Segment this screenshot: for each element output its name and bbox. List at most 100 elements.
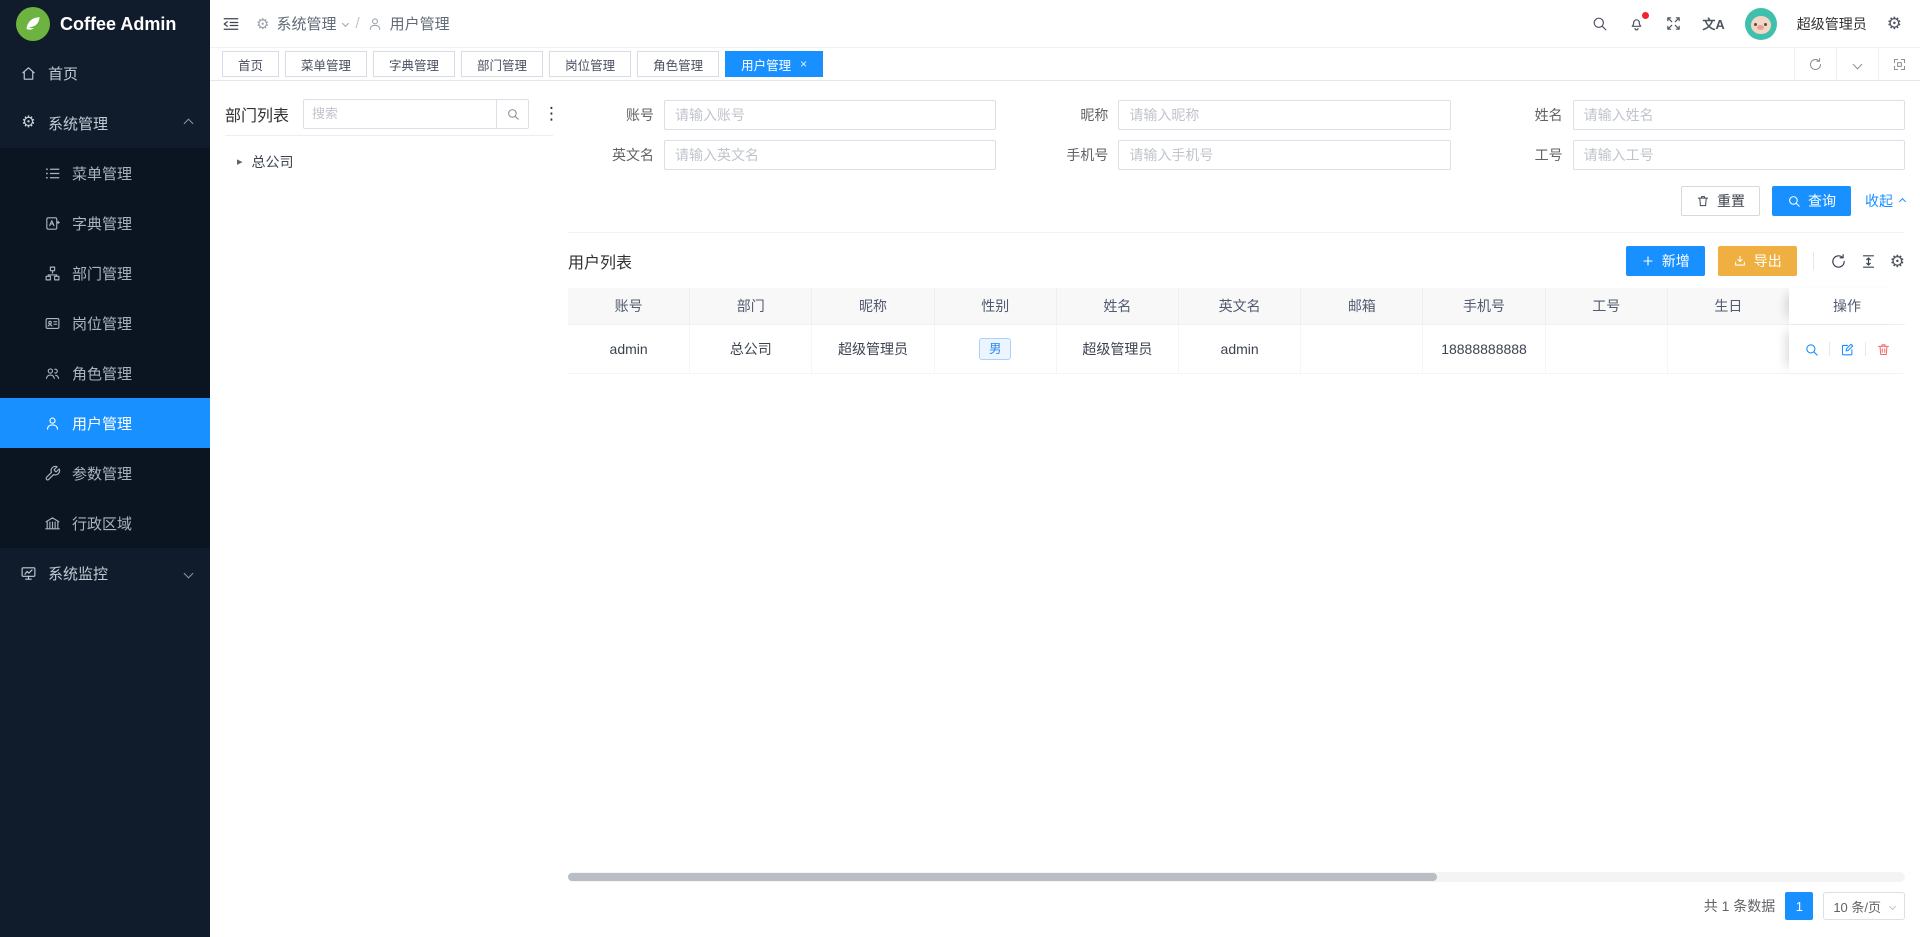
- cell-nickname: 超级管理员: [811, 325, 933, 373]
- tab-bar: 首页 菜单管理 字典管理 部门管理 岗位管理 角色管理 用户管理 ×: [210, 48, 1920, 81]
- tab-department-management[interactable]: 部门管理: [461, 51, 543, 77]
- tab-post-management[interactable]: 岗位管理: [549, 51, 631, 77]
- phone-input[interactable]: [1118, 140, 1450, 170]
- sidebar-item-label: 字典管理: [72, 213, 132, 234]
- department-panel: 部门列表 ⋮ ▸ 总公司: [215, 92, 553, 921]
- nickname-input[interactable]: [1118, 100, 1450, 130]
- page-number-button[interactable]: 1: [1785, 892, 1813, 920]
- view-user-icon[interactable]: [1804, 342, 1819, 357]
- translate-icon[interactable]: 文A: [1702, 14, 1724, 33]
- app-root: Coffee Admin 首页 ⚙ 系统管理 菜单管理 字典管理: [0, 0, 1920, 937]
- column-header-operations: 操作: [1789, 288, 1905, 324]
- refresh-tab-icon[interactable]: [1794, 48, 1836, 80]
- tab-dictionary-management[interactable]: 字典管理: [373, 51, 455, 77]
- user-management-panel: 账号 昵称 姓名 英文名: [568, 92, 1905, 921]
- sidebar-item-label: 角色管理: [72, 363, 132, 384]
- notifications-bell-icon[interactable]: [1628, 15, 1645, 32]
- cell-birthday: [1667, 325, 1789, 373]
- tab-home[interactable]: 首页: [222, 51, 279, 77]
- tab-options-chevron-icon[interactable]: [1836, 48, 1878, 80]
- monitor-icon: [20, 565, 37, 582]
- name-label: 姓名: [1477, 105, 1573, 125]
- table-empty-area: [568, 374, 1905, 872]
- tab-label: 用户管理: [741, 55, 791, 74]
- sidebar-item-role-management[interactable]: 角色管理: [0, 348, 210, 398]
- sidebar-item-dictionary-management[interactable]: 字典管理: [0, 198, 210, 248]
- sidebar-item-user-management[interactable]: 用户管理: [0, 398, 210, 448]
- gender-tag: 男: [979, 338, 1012, 360]
- department-search-input[interactable]: [303, 99, 496, 129]
- sidebar-item-menu-management[interactable]: 菜单管理: [0, 148, 210, 198]
- sidebar-item-system-monitor[interactable]: 系统监控: [0, 548, 210, 598]
- sidebar-item-administrative-region[interactable]: 行政区域: [0, 498, 210, 548]
- sidebar-item-system-management[interactable]: ⚙ 系统管理: [0, 98, 210, 148]
- column-header-email: 邮箱: [1300, 288, 1422, 324]
- refresh-table-icon[interactable]: [1830, 253, 1847, 270]
- search-icon: [506, 107, 520, 121]
- tab-role-management[interactable]: 角色管理: [637, 51, 719, 77]
- tree-node-head-office[interactable]: ▸ 总公司: [225, 146, 553, 178]
- collapse-label: 收起: [1865, 191, 1893, 211]
- breadcrumb-parent[interactable]: 系统管理: [276, 13, 336, 34]
- table-row: admin 总公司 超级管理员 男 超级管理员 admin 1888888888…: [568, 325, 1905, 374]
- sidebar-item-department-management[interactable]: 部门管理: [0, 248, 210, 298]
- cell-english-name: admin: [1178, 325, 1300, 373]
- page-size-value: 10 条/页: [1833, 897, 1881, 916]
- edit-user-icon[interactable]: [1840, 342, 1855, 357]
- tab-label: 岗位管理: [565, 55, 615, 74]
- leaf-logo-icon: [16, 7, 50, 41]
- search-icon[interactable]: [1591, 15, 1608, 32]
- maximize-content-icon[interactable]: [1878, 48, 1920, 80]
- collapse-sidebar-icon[interactable]: [222, 15, 240, 33]
- column-header-department: 部门: [689, 288, 811, 324]
- caret-right-icon[interactable]: ▸: [237, 157, 243, 168]
- sidebar-item-label: 行政区域: [72, 513, 132, 534]
- breadcrumb-current: 用户管理: [390, 13, 450, 34]
- tab-user-management[interactable]: 用户管理 ×: [725, 51, 823, 77]
- nickname-field: 昵称: [1022, 100, 1450, 130]
- account-label: 账号: [568, 105, 664, 125]
- export-label: 导出: [1754, 251, 1782, 271]
- add-user-button[interactable]: 新增: [1626, 246, 1705, 276]
- english-name-input[interactable]: [664, 140, 996, 170]
- name-input[interactable]: [1573, 100, 1905, 130]
- sidebar-item-home[interactable]: 首页: [0, 48, 210, 98]
- more-options-icon[interactable]: ⋮: [543, 105, 560, 122]
- export-button[interactable]: 导出: [1718, 246, 1797, 276]
- account-input[interactable]: [664, 100, 996, 130]
- chevron-up-icon: [1899, 197, 1906, 204]
- sidebar-item-post-management[interactable]: 岗位管理: [0, 298, 210, 348]
- search-button[interactable]: 查询: [1772, 186, 1851, 216]
- sidebar-menu: 首页 ⚙ 系统管理 菜单管理 字典管理 部门管理: [0, 48, 210, 937]
- row-height-icon[interactable]: [1860, 253, 1877, 270]
- toolbar-divider: [1813, 252, 1814, 270]
- gear-icon: ⚙: [256, 15, 269, 33]
- pagination: 共 1 条数据 1 10 条/页: [568, 891, 1905, 921]
- column-header-nickname: 昵称: [811, 288, 933, 324]
- top-navbar: ⚙ 系统管理 / 用户管理 文A 超级管理员 ⚙: [210, 0, 1920, 48]
- roles-icon: [44, 365, 61, 382]
- department-search-button[interactable]: [496, 99, 529, 129]
- page-size-select[interactable]: 10 条/页: [1823, 892, 1905, 920]
- scrollbar-thumb[interactable]: [568, 873, 1437, 881]
- horizontal-scrollbar[interactable]: [568, 872, 1905, 882]
- notification-dot: [1642, 12, 1649, 19]
- dictionary-icon: [44, 215, 61, 232]
- cell-email: [1300, 325, 1422, 373]
- system-submenu: 菜单管理 字典管理 部门管理 岗位管理 角色管理: [0, 148, 210, 548]
- settings-gear-icon[interactable]: ⚙: [1887, 15, 1902, 32]
- tree-node-label: 总公司: [252, 152, 294, 172]
- collapse-filter-link[interactable]: 收起: [1865, 191, 1905, 211]
- current-username[interactable]: 超级管理员: [1797, 14, 1867, 34]
- reset-button[interactable]: 重置: [1681, 186, 1760, 216]
- delete-user-icon[interactable]: [1876, 342, 1891, 357]
- fullscreen-icon[interactable]: [1665, 15, 1682, 32]
- job-number-input[interactable]: [1573, 140, 1905, 170]
- cell-account: admin: [568, 325, 689, 373]
- user-avatar[interactable]: [1745, 8, 1777, 40]
- sidebar-item-parameter-management[interactable]: 参数管理: [0, 448, 210, 498]
- tab-menu-management[interactable]: 菜单管理: [285, 51, 367, 77]
- column-header-job-number: 工号: [1545, 288, 1667, 324]
- close-tab-icon[interactable]: ×: [800, 57, 807, 71]
- table-settings-gear-icon[interactable]: ⚙: [1890, 253, 1905, 270]
